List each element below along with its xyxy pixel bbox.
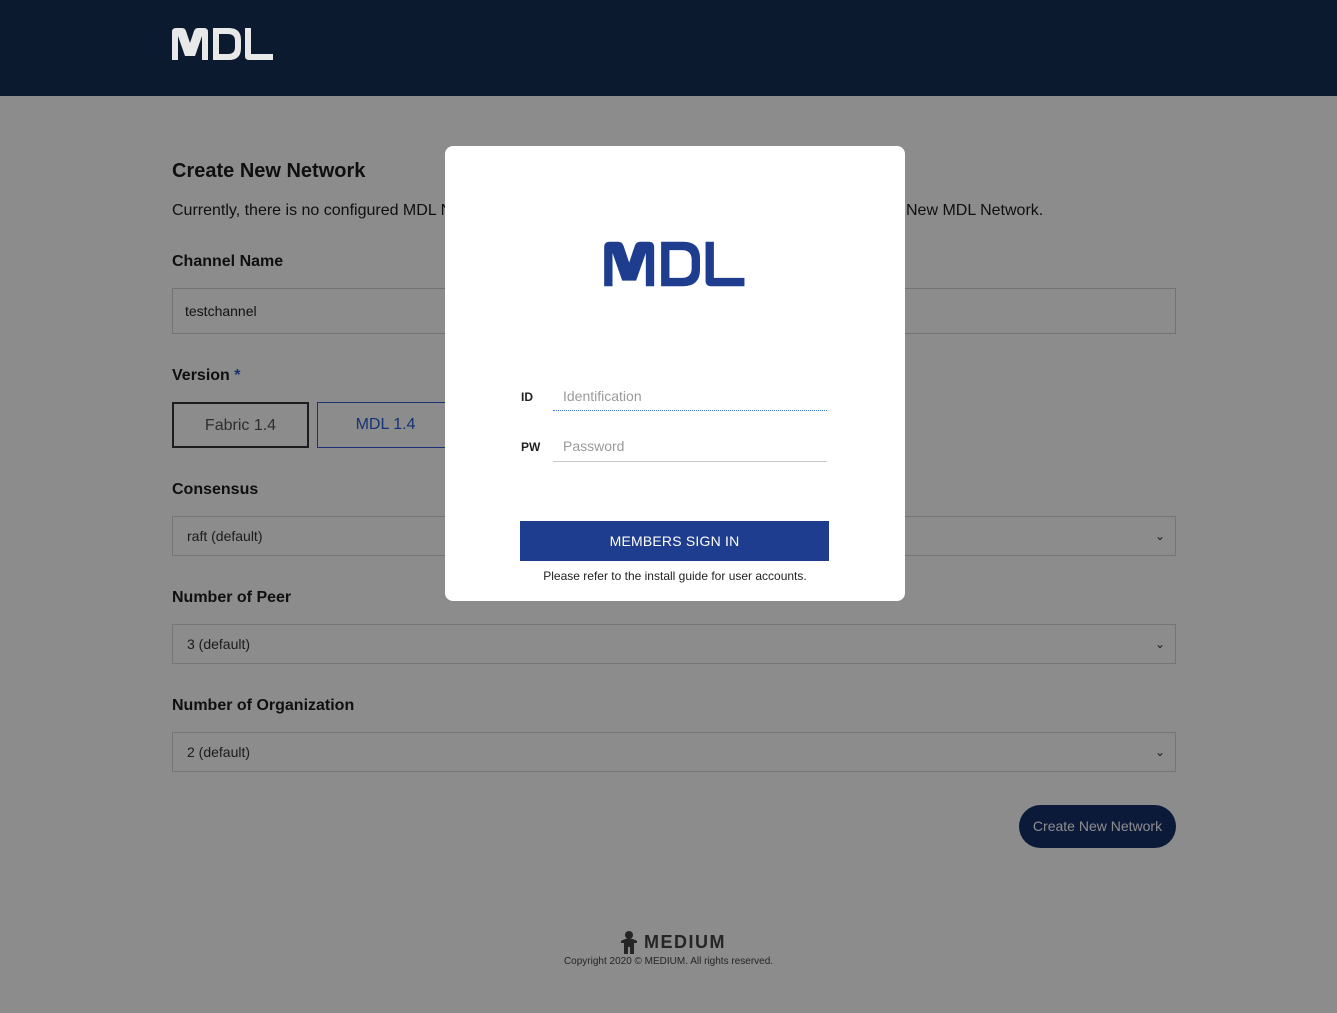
pw-label: PW	[521, 440, 541, 454]
login-hint: Please refer to the install guide for us…	[543, 569, 807, 583]
id-label: ID	[521, 390, 533, 404]
id-input[interactable]	[553, 383, 827, 409]
password-input[interactable]	[553, 433, 827, 459]
members-sign-in-button[interactable]: MEMBERS SIGN IN	[520, 521, 829, 561]
mdl-logo[interactable]	[171, 26, 275, 62]
mdl-logo	[604, 241, 745, 287]
password-input-underline	[553, 461, 827, 462]
top-nav-bar	[0, 0, 1337, 96]
login-modal: ID PW MEMBERS SIGN IN Please refer to th…	[445, 146, 905, 601]
id-input-underline	[553, 410, 827, 411]
